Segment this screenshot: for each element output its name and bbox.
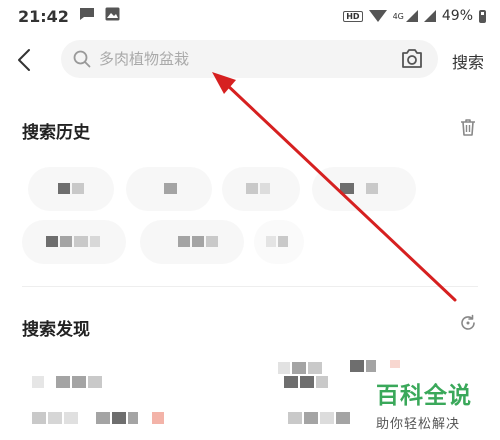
search-icon [73, 49, 93, 69]
history-title: 搜索历史 [22, 123, 90, 143]
clear-history-button[interactable] [458, 117, 480, 139]
status-time: 21:42 [18, 6, 69, 26]
search-input[interactable] [97, 49, 381, 69]
watermark-main: 百科全说 [376, 383, 472, 409]
search-row: 搜索 [0, 38, 500, 82]
back-icon [18, 49, 30, 71]
trash-icon [461, 119, 475, 136]
status-left: 21:42 [18, 7, 120, 26]
chat-icon [79, 7, 95, 25]
discover-item[interactable] [30, 372, 110, 402]
cellular-icon [405, 10, 418, 22]
watermark-sub: 助你轻松解决 [376, 417, 461, 432]
history-chip[interactable] [312, 167, 416, 211]
battery-icon [479, 9, 486, 23]
camera-scan-icon [402, 49, 422, 68]
section-divider [22, 286, 478, 287]
wifi-icon [368, 10, 387, 22]
cellular-icon [423, 10, 436, 22]
status-right: HD 4G 49% [343, 8, 486, 24]
status-bar: 21:42 HD 4G 49% [0, 0, 500, 32]
history-chip[interactable] [254, 220, 304, 264]
discover-title: 搜索发现 [22, 320, 90, 340]
history-chip[interactable] [140, 220, 244, 264]
history-chip[interactable] [28, 167, 114, 211]
back-button[interactable] [14, 40, 34, 80]
search-box[interactable] [61, 40, 438, 78]
hd-icon: HD [343, 10, 363, 22]
watermark-logo: 百科全说 助你轻松解决 [376, 376, 492, 432]
refresh-icon [461, 314, 475, 330]
network-type: 4G [392, 11, 404, 21]
history-chip[interactable] [22, 220, 126, 264]
camera-scan-button[interactable] [400, 48, 424, 70]
battery-percent: 49% [441, 8, 473, 24]
history-chip[interactable] [222, 167, 300, 211]
image-icon [105, 7, 120, 25]
search-submit-button[interactable]: 搜索 [452, 49, 484, 73]
refresh-discover-button[interactable] [458, 313, 480, 335]
history-chip[interactable] [126, 167, 212, 211]
